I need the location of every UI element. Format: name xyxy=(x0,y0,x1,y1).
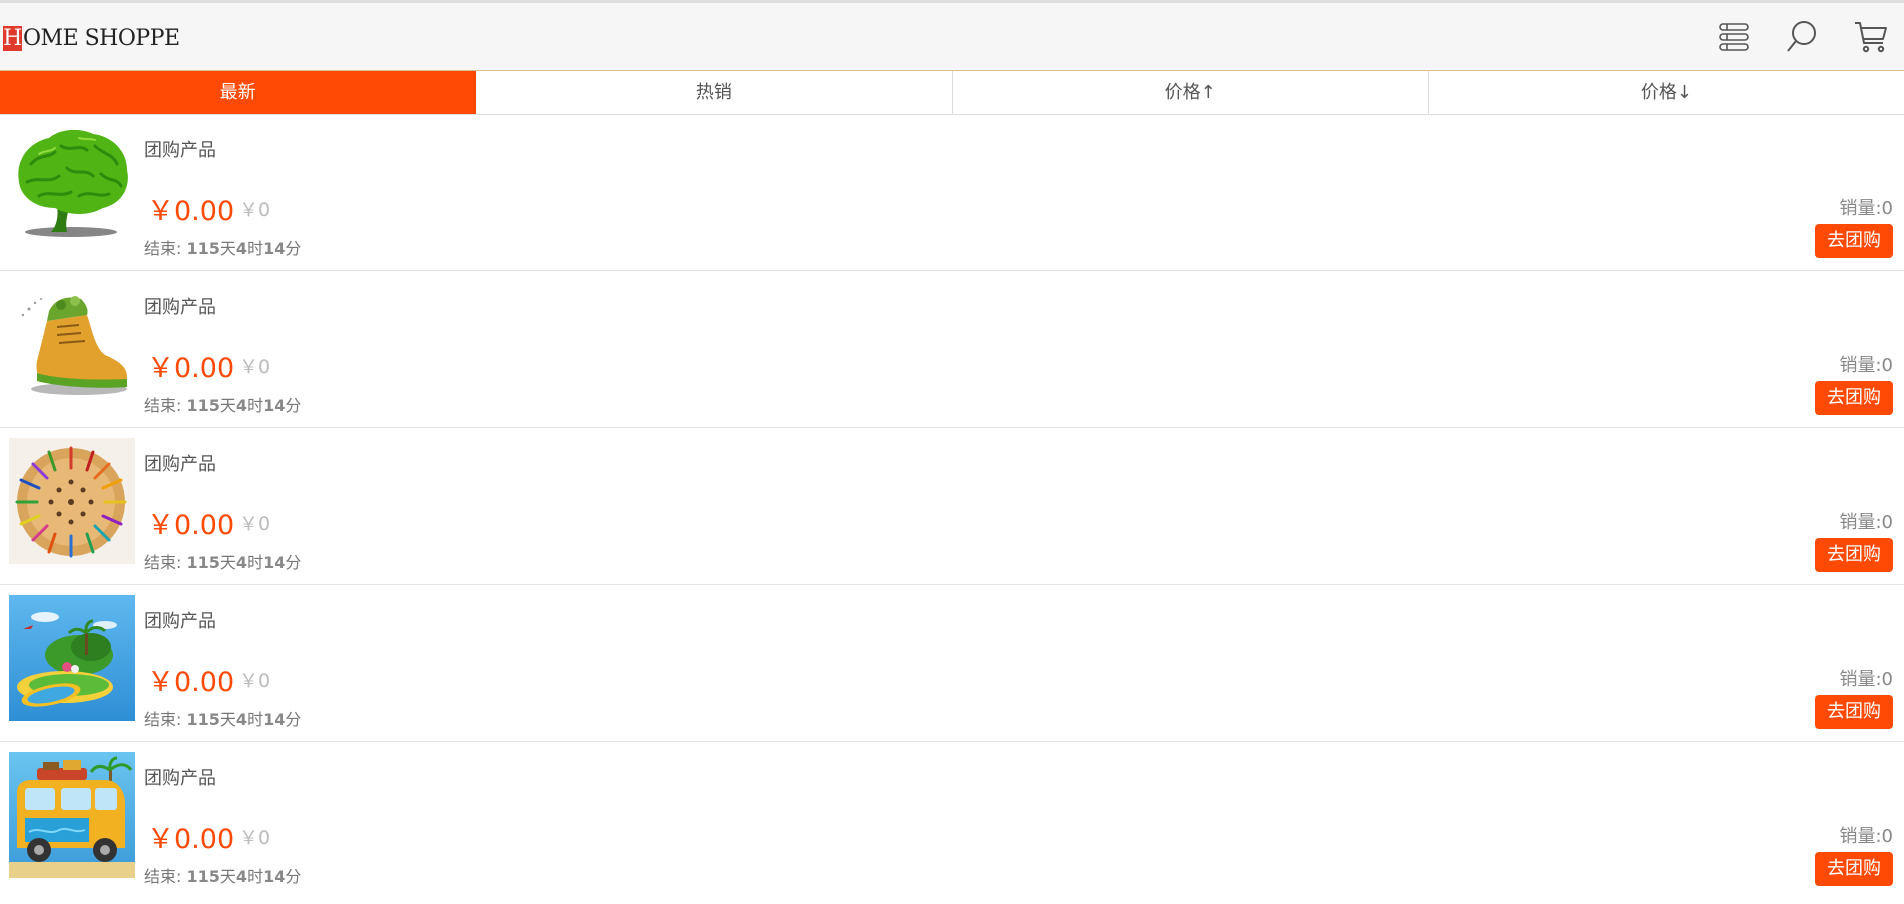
list-item[interactable]: 团购产品 ￥0.00 ￥0 结束: 115天4时14分 销量:0 去团购 xyxy=(0,742,1904,899)
sales-count: 销量:0 xyxy=(1839,826,1893,847)
countdown-label: 结束: xyxy=(144,710,182,729)
product-name[interactable]: 团购产品 xyxy=(144,136,216,162)
product-name[interactable]: 团购产品 xyxy=(144,764,216,790)
logo-text: OME SHOPPE xyxy=(23,25,180,51)
product-name[interactable]: 团购产品 xyxy=(144,450,216,476)
cart-icon[interactable] xyxy=(1854,19,1888,55)
countdown-days: 115 xyxy=(186,553,220,572)
sales-count: 销量:0 xyxy=(1839,355,1893,376)
group-buy-button[interactable]: 去团购 xyxy=(1815,852,1893,886)
group-buy-button[interactable]: 去团购 xyxy=(1815,538,1893,572)
countdown-days-unit: 天 xyxy=(219,396,236,415)
countdown-hours-unit: 时 xyxy=(247,710,264,729)
countdown-hours-unit: 时 xyxy=(247,553,264,572)
countdown: 结束: 115天4时14分 xyxy=(144,235,301,259)
group-price: ￥0.00 xyxy=(147,667,235,698)
product-image[interactable] xyxy=(9,595,135,721)
countdown: 结束: 115天4时14分 xyxy=(144,706,301,730)
tab-hot-sales[interactable]: 热销 xyxy=(476,71,953,114)
countdown-days: 115 xyxy=(186,867,220,886)
countdown-minutes-unit: 分 xyxy=(285,867,302,886)
group-price: ￥0.00 xyxy=(147,824,235,855)
header-icons xyxy=(1718,19,1888,55)
group-buy-button[interactable]: 去团购 xyxy=(1815,695,1893,729)
countdown-hours: 4 xyxy=(235,867,248,886)
countdown: 结束: 115天4时14分 xyxy=(144,549,301,573)
tab-newest[interactable]: 最新 xyxy=(0,71,477,114)
countdown-hours-unit: 时 xyxy=(247,867,264,886)
list-item[interactable]: 团购产品 ￥0.00 ￥0 结束: 115天4时14分 销量:0 去团购 xyxy=(0,428,1904,585)
countdown-minutes: 14 xyxy=(263,710,286,729)
logo[interactable]: H OME SHOPPE xyxy=(3,25,180,51)
countdown-days-unit: 天 xyxy=(219,710,236,729)
original-price: ￥0 xyxy=(239,513,271,535)
countdown-days: 115 xyxy=(186,396,220,415)
countdown-minutes-unit: 分 xyxy=(285,553,302,572)
sales-count: 销量:0 xyxy=(1839,198,1893,219)
countdown-hours-unit: 时 xyxy=(247,396,264,415)
product-image[interactable] xyxy=(9,438,135,564)
countdown-minutes: 14 xyxy=(263,553,286,572)
countdown: 结束: 115天4时14分 xyxy=(144,392,301,416)
sort-tabs: 最新 热销 价格↑ 价格↓ xyxy=(0,71,1904,115)
tab-price-ascending[interactable]: 价格↑ xyxy=(953,71,1429,114)
countdown-days: 115 xyxy=(186,710,220,729)
countdown: 结束: 115天4时14分 xyxy=(144,863,301,887)
countdown-days: 115 xyxy=(186,239,220,258)
list-icon[interactable] xyxy=(1718,19,1752,55)
list-item[interactable]: 团购产品 ￥0.00 ￥0 结束: 115天4时14分 销量:0 去团购 xyxy=(0,114,1904,271)
group-price: ￥0.00 xyxy=(147,196,235,227)
product-image[interactable] xyxy=(9,124,135,250)
countdown-days-unit: 天 xyxy=(219,553,236,572)
logo-initial: H xyxy=(3,25,22,51)
header: H OME SHOPPE xyxy=(0,3,1904,71)
sales-count: 销量:0 xyxy=(1839,669,1893,690)
page: H OME SHOPPE 最新 热销 价格↑ 价格↓ 团购产品 ￥0.00 ￥0… xyxy=(0,0,1904,904)
countdown-hours: 4 xyxy=(235,710,248,729)
product-name[interactable]: 团购产品 xyxy=(144,607,216,633)
countdown-minutes-unit: 分 xyxy=(285,239,302,258)
countdown-minutes-unit: 分 xyxy=(285,396,302,415)
product-image[interactable] xyxy=(9,281,135,407)
original-price: ￥0 xyxy=(239,356,271,378)
group-buy-button[interactable]: 去团购 xyxy=(1815,381,1893,415)
product-list: 团购产品 ￥0.00 ￥0 结束: 115天4时14分 销量:0 去团购 团购产… xyxy=(0,114,1904,899)
group-price: ￥0.00 xyxy=(147,510,235,541)
tab-price-descending[interactable]: 价格↓ xyxy=(1429,71,1904,114)
countdown-days-unit: 天 xyxy=(219,867,236,886)
countdown-label: 结束: xyxy=(144,867,182,886)
original-price: ￥0 xyxy=(239,670,271,692)
countdown-hours-unit: 时 xyxy=(247,239,264,258)
countdown-days-unit: 天 xyxy=(219,239,236,258)
original-price: ￥0 xyxy=(239,199,271,221)
countdown-hours: 4 xyxy=(235,396,248,415)
countdown-minutes-unit: 分 xyxy=(285,710,302,729)
countdown-minutes: 14 xyxy=(263,396,286,415)
countdown-hours: 4 xyxy=(235,553,248,572)
list-item[interactable]: 团购产品 ￥0.00 ￥0 结束: 115天4时14分 销量:0 去团购 xyxy=(0,585,1904,742)
group-buy-button[interactable]: 去团购 xyxy=(1815,224,1893,258)
sales-count: 销量:0 xyxy=(1839,512,1893,533)
countdown-label: 结束: xyxy=(144,396,182,415)
countdown-hours: 4 xyxy=(235,239,248,258)
countdown-minutes: 14 xyxy=(263,239,286,258)
original-price: ￥0 xyxy=(239,827,271,849)
search-icon[interactable] xyxy=(1786,19,1820,55)
product-name[interactable]: 团购产品 xyxy=(144,293,216,319)
countdown-minutes: 14 xyxy=(263,867,286,886)
group-price: ￥0.00 xyxy=(147,353,235,384)
countdown-label: 结束: xyxy=(144,239,182,258)
list-item[interactable]: 团购产品 ￥0.00 ￥0 结束: 115天4时14分 销量:0 去团购 xyxy=(0,271,1904,428)
countdown-label: 结束: xyxy=(144,553,182,572)
product-image[interactable] xyxy=(9,752,135,878)
